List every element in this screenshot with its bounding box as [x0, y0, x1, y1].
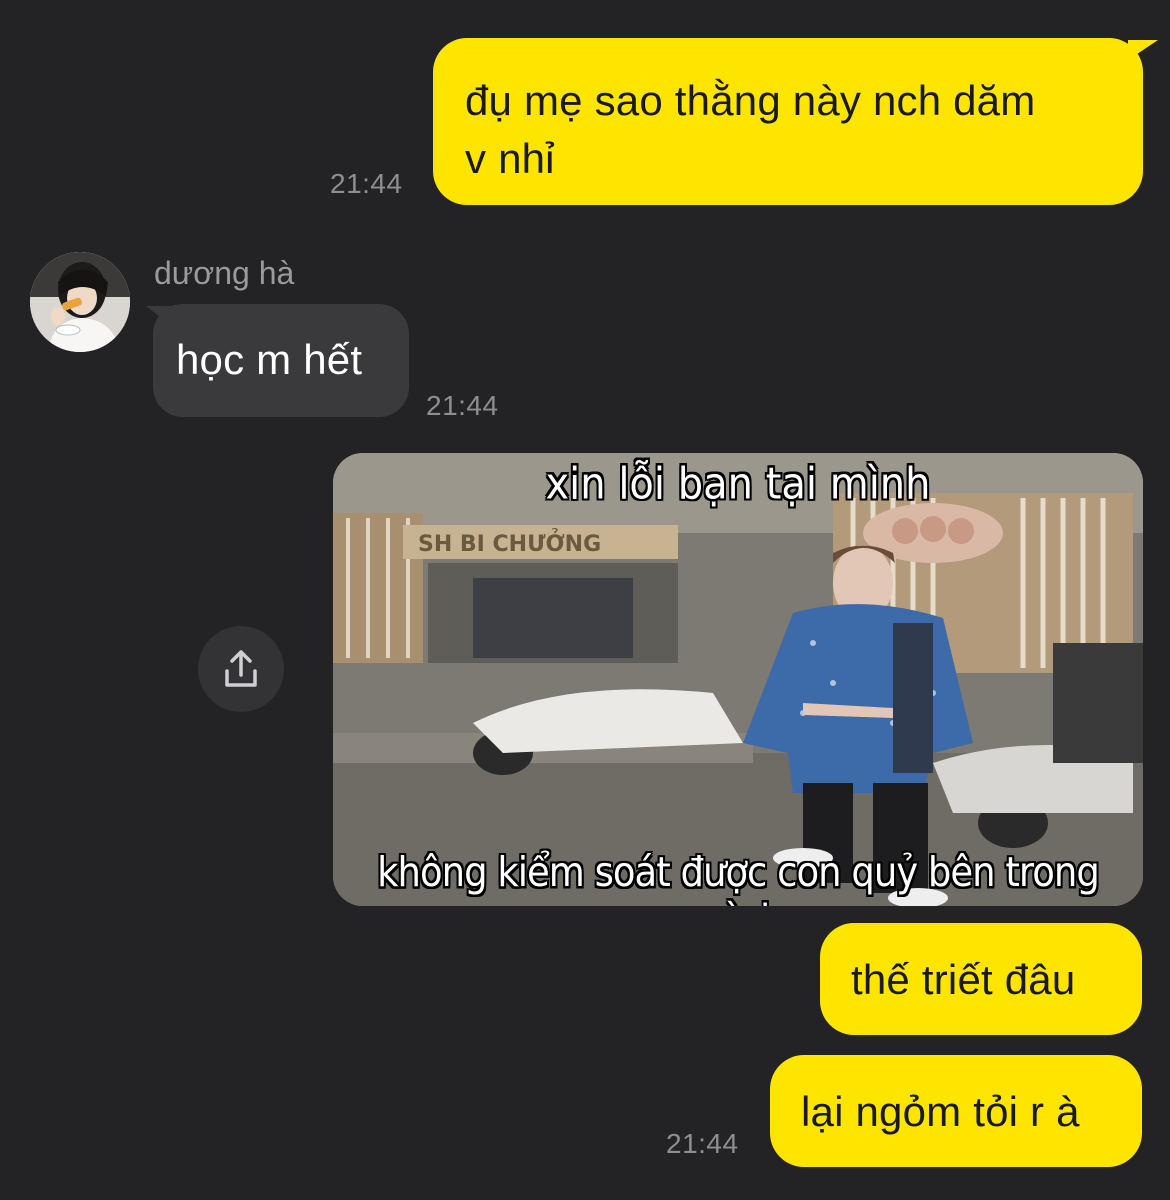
share-button[interactable]	[198, 626, 284, 712]
meme-caption-bottom: không kiểm soát được con quỷ bên trong m…	[377, 848, 1100, 906]
timestamp: 21:44	[426, 390, 499, 421]
meme-photo: SH BI CHƯỞNG	[333, 453, 1143, 906]
message-text: thế triết đâu	[851, 956, 1076, 1003]
message-bubble-incoming[interactable]: học m hết	[153, 304, 409, 417]
meme-caption-top: xin lỗi bạn tại mình	[545, 458, 931, 510]
shop-sign-text: SH BI CHƯỞNG	[418, 529, 601, 557]
message-text: học m hết	[176, 336, 363, 383]
message-text-line: v nhỉ	[465, 135, 555, 182]
message-bubble-outgoing[interactable]: lại ngỏm tỏi r à	[770, 1055, 1142, 1167]
bubble-tail	[1128, 40, 1158, 60]
message-bubble-outgoing[interactable]: đụ mẹ sao thằng này nch dăm v nhỉ	[433, 38, 1143, 205]
message-bubble-outgoing[interactable]: thế triết đâu	[820, 923, 1142, 1035]
timestamp: 21:44	[330, 168, 403, 199]
avatar[interactable]	[30, 252, 130, 352]
message-text-line: đụ mẹ sao thằng này nch dăm	[465, 77, 1036, 124]
share-icon	[225, 650, 257, 687]
message-text: lại ngỏm tỏi r à	[801, 1088, 1080, 1135]
avatar-image	[30, 252, 130, 352]
sender-name: dương hà	[154, 255, 295, 291]
timestamp: 21:44	[666, 1128, 739, 1159]
meme-image[interactable]: SH BI CHƯỞNG xin lỗi bạn tại mình không …	[333, 453, 1143, 906]
